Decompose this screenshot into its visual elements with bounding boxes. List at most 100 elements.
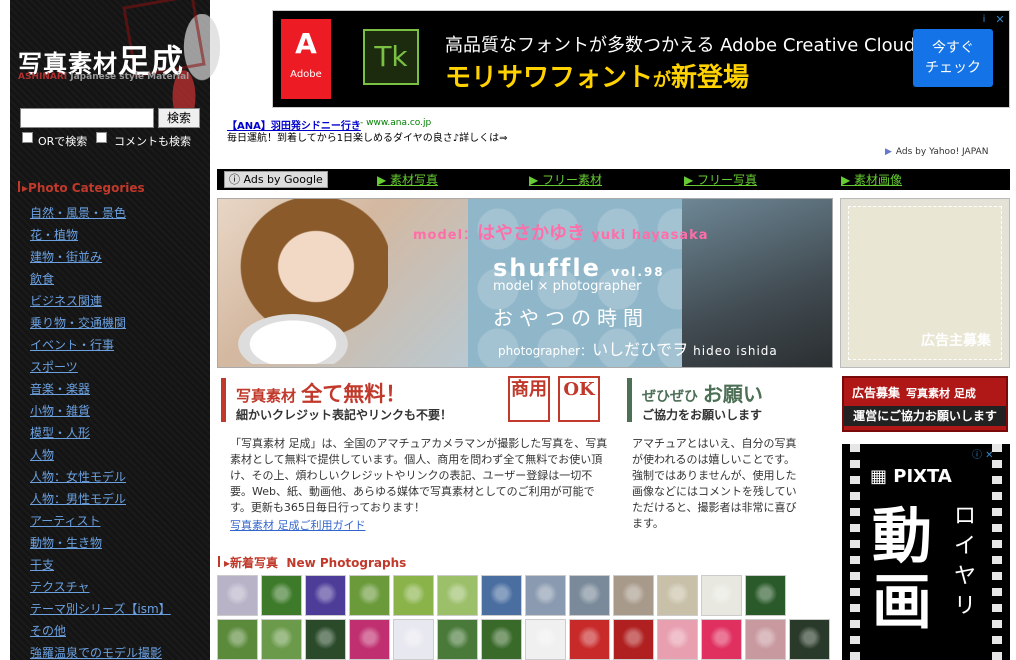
sponsor-message: 運営にご協力お願いします xyxy=(844,406,1006,426)
photo-thumbnail[interactable] xyxy=(217,619,258,660)
ads-by-google-badge[interactable]: ⓘ Ads by Google xyxy=(224,171,328,188)
category-link[interactable]: 人物 xyxy=(30,446,171,468)
category-link[interactable]: 強羅温泉でのモデル撮影 xyxy=(30,644,171,660)
adobe-logo: A Adobe xyxy=(281,19,331,99)
photo-thumbnail[interactable] xyxy=(569,619,610,660)
text-ad-url[interactable]: - www.ana.co.jp xyxy=(360,118,431,128)
ad-link-bar: ⓘ Ads by Google ▶ 素材写真 ▶ フリー素材 ▶ フリー写真 ▶… xyxy=(217,169,1010,190)
intro-body: 「写真素材 足成」は、全国のアマチュアカメラマンが撮影した写真を、写真素材として… xyxy=(230,437,608,514)
ad-cta-button[interactable]: 今すぐ チェック xyxy=(913,29,993,87)
usage-guide-link[interactable]: 写真素材 足成ご利用ガイド xyxy=(230,517,366,533)
photo-thumbnail[interactable] xyxy=(437,575,478,616)
photo-thumbnail[interactable] xyxy=(745,575,786,616)
category-link[interactable]: テクスチャ xyxy=(30,578,171,600)
ads-by-yahoo-link[interactable]: ▶ Ads by Yahoo! JAPAN xyxy=(885,147,988,157)
photo-thumbnail[interactable] xyxy=(349,619,390,660)
banner-ad[interactable]: A Adobe Tk 高品質なフォントが多数つかえる Adobe Creative… xyxy=(272,10,1010,108)
photo-thumbnail[interactable] xyxy=(657,575,698,616)
photo-thumbnail[interactable] xyxy=(701,575,742,616)
cake-plate xyxy=(238,314,348,364)
ad-close-icon[interactable]: ✕ xyxy=(993,13,1007,27)
category-link[interactable]: 干支 xyxy=(30,556,171,578)
photo-thumbnail[interactable] xyxy=(217,575,258,616)
film-strip xyxy=(992,444,1002,660)
ad-link[interactable]: ▶ 素材画像 xyxy=(841,171,902,188)
category-list: 自然・風景・景色 花・植物 建物・街並み 飲食 ビジネス関連 乗り物・交通機関 … xyxy=(30,204,171,660)
category-link[interactable]: ビジネス関連 xyxy=(30,292,171,314)
request-body: アマチュアとはいえ、自分の写真が使われるのは嬉しいことです。強制ではありませんが… xyxy=(632,437,797,530)
ad-link[interactable]: ▶ 素材写真 xyxy=(377,171,438,188)
category-link[interactable]: 飲食 xyxy=(30,270,171,292)
photo-thumbnail[interactable] xyxy=(481,619,522,660)
photo-thumbnail[interactable] xyxy=(481,575,522,616)
sponsor-banner[interactable]: 広告募集 写真素材 足成 運営にご協力お願いします xyxy=(842,376,1008,432)
category-link[interactable]: イベント・行事 xyxy=(30,336,171,358)
photo-thumbnail[interactable] xyxy=(657,619,698,660)
or-search-label: ORで検索 xyxy=(38,135,88,148)
category-link[interactable]: アーティスト xyxy=(30,512,171,534)
feature-banner[interactable]: model：はやさかゆき yuki hayasaka shuffle vol.9… xyxy=(217,198,833,368)
photo-thumbnail[interactable] xyxy=(349,575,390,616)
pixta-logo: ▦ PIXTA xyxy=(870,466,952,487)
pixta-headline: 動画 xyxy=(872,502,932,638)
photo-thumbnail[interactable] xyxy=(745,619,786,660)
search-input[interactable] xyxy=(20,108,154,128)
photo-thumbnail[interactable] xyxy=(569,575,610,616)
search-button[interactable]: 検索 xyxy=(158,108,200,128)
comment-search-label: コメントも検索 xyxy=(114,135,191,148)
photo-thumbnail[interactable] xyxy=(437,619,478,660)
typekit-logo: Tk xyxy=(363,29,419,85)
feature-theme: おやつの時間 xyxy=(493,306,649,330)
site-logo[interactable]: 写真素材足成 ASHINARI Japanese style Material xyxy=(10,0,220,124)
photo-thumbnail[interactable] xyxy=(305,575,346,616)
or-search-checkbox[interactable] xyxy=(22,132,33,143)
heading-bar xyxy=(221,378,226,422)
request-section-header: ぜひぜひ お願い ご協力をお願いします xyxy=(624,376,834,426)
ad-choices-icon[interactable]: ⓘ ✕ xyxy=(972,446,994,461)
category-link[interactable]: その他 xyxy=(30,622,171,644)
photo-thumbnail[interactable] xyxy=(789,619,830,660)
film-strip xyxy=(850,444,860,660)
photo-thumbnail[interactable] xyxy=(701,619,742,660)
photo-thumbnail[interactable] xyxy=(261,619,302,660)
category-link[interactable]: 建物・街並み xyxy=(30,248,171,270)
pixta-ad[interactable]: ▦ PIXTA 動画 ロイヤリ xyxy=(842,444,1010,660)
ad-space-box[interactable]: 広告主募集 xyxy=(840,198,1010,368)
pixta-vertical-text: ロイヤリ xyxy=(954,504,977,619)
logo-subtitle: ASHINARI Japanese style Material xyxy=(18,72,190,82)
category-link[interactable]: 小物・雑貨 xyxy=(30,402,171,424)
ad-info-icon[interactable]: i xyxy=(976,13,992,27)
feature-subtitle: model × photographer xyxy=(493,279,642,294)
ad-link[interactable]: ▶ フリー写真 xyxy=(684,171,757,188)
photo-thumbnail[interactable] xyxy=(393,619,434,660)
photo-grid xyxy=(217,575,833,660)
new-photos-heading: ▸新着写真 New Photographs xyxy=(218,554,406,571)
page-margin xyxy=(0,0,10,660)
category-link[interactable]: テーマ別シリーズ【ism】 xyxy=(30,600,171,622)
photo-thumbnail[interactable] xyxy=(261,575,302,616)
photo-thumbnail[interactable] xyxy=(525,575,566,616)
ad-link[interactable]: ▶ フリー素材 xyxy=(529,171,602,188)
heading-bar xyxy=(627,378,632,422)
feature-photographer: photographer：いしだひでヲ hideo ishida xyxy=(498,340,778,359)
photo-thumbnail[interactable] xyxy=(613,575,654,616)
photo-thumbnail[interactable] xyxy=(525,619,566,660)
category-link[interactable]: 人物：女性モデル xyxy=(30,468,171,490)
sponsor-title: 広告募集 写真素材 足成 xyxy=(852,386,976,400)
comment-search-checkbox[interactable] xyxy=(96,132,107,143)
feature-model: model：はやさかゆき yuki hayasaka xyxy=(413,223,709,244)
category-link[interactable]: スポーツ xyxy=(30,358,171,380)
photo-thumbnail[interactable] xyxy=(305,619,346,660)
feature-title: shuffle vol.98 xyxy=(493,254,665,282)
category-link[interactable]: 花・植物 xyxy=(30,226,171,248)
category-link[interactable]: 自然・風景・景色 xyxy=(30,204,171,226)
category-link[interactable]: 音楽・楽器 xyxy=(30,380,171,402)
free-title: 写真素材 全て無料！ xyxy=(236,382,407,406)
category-link[interactable]: 人物：男性モデル xyxy=(30,490,171,512)
photo-thumbnail[interactable] xyxy=(613,619,654,660)
ad-headline: 高品質なフォントが多数つかえる Adobe Creative Cloudに xyxy=(445,35,934,56)
category-link[interactable]: 模型・人形 xyxy=(30,424,171,446)
category-link[interactable]: 乗り物・交通機関 xyxy=(30,314,171,336)
photo-thumbnail[interactable] xyxy=(393,575,434,616)
category-link[interactable]: 動物・生き物 xyxy=(30,534,171,556)
